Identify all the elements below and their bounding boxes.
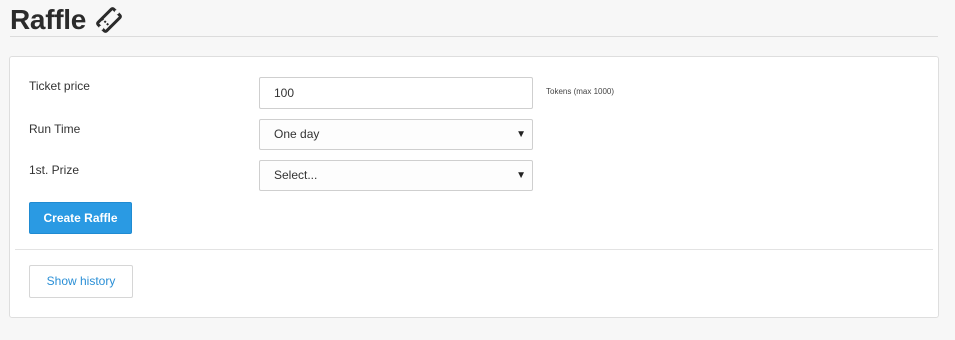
ticket-price-value: 100 — [274, 86, 295, 100]
page-header: Raffle — [10, 0, 938, 37]
create-raffle-button[interactable]: Create Raffle — [29, 202, 132, 234]
ticket-price-input[interactable]: 100 — [259, 77, 533, 109]
ticket-price-hint: Tokens (max 1000) — [546, 87, 615, 96]
divider — [15, 249, 933, 250]
first-prize-selected: Select... — [274, 168, 318, 182]
page-title: Raffle — [10, 4, 86, 35]
run-time-select[interactable]: One day ▼ — [259, 119, 533, 150]
first-prize-select[interactable]: Select... ▼ — [259, 160, 533, 191]
first-prize-label: 1st. Prize — [29, 163, 80, 177]
caret-down-icon: ▼ — [516, 129, 526, 140]
ticket-price-label: Ticket price — [29, 79, 90, 93]
run-time-label: Run Time — [29, 122, 81, 136]
show-history-button[interactable]: Show history — [29, 265, 133, 298]
ticket-icon — [94, 5, 124, 35]
raffle-form-card: Ticket price 100 Tokens (max 1000) Run T… — [9, 56, 939, 318]
run-time-selected: One day — [274, 127, 320, 141]
caret-down-icon: ▼ — [516, 170, 526, 181]
title-group: Raffle — [10, 3, 124, 37]
